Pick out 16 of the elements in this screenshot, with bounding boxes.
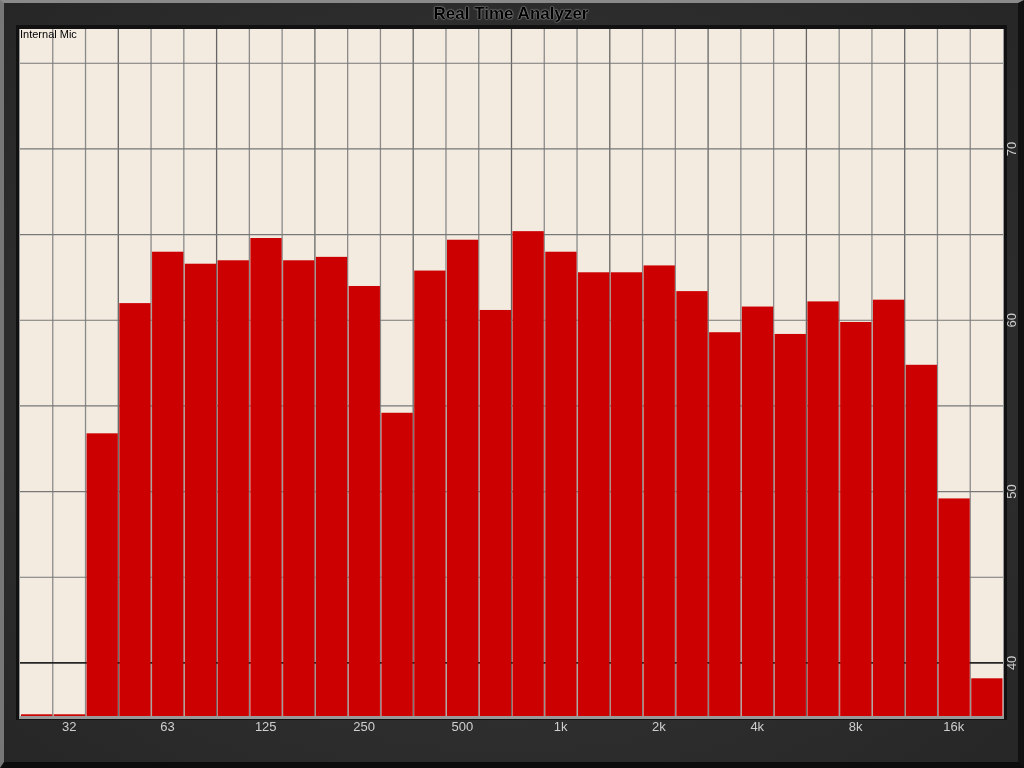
axis-tick-label: 70 (1004, 141, 1018, 157)
axis-tick-label: 4k (750, 719, 765, 734)
axis-tick-label: 63 (160, 719, 175, 734)
axis-tick-label: 2k (652, 719, 666, 734)
axis-tick-label: 50 (1004, 484, 1018, 499)
legend-label: Internal Mic (20, 28, 77, 40)
axis-tick-label: 1k (553, 719, 568, 734)
axis-tick-label: 32 (61, 719, 77, 734)
axis-tick-label: 8k (848, 719, 863, 734)
axis-tick-label: 500 (451, 719, 474, 734)
axis-tick-label: 125 (254, 719, 277, 734)
axis-tick-label: 60 (1004, 313, 1018, 328)
chart-title: Real Time Analyzer (433, 3, 589, 25)
axis-tick-label: 250 (353, 719, 375, 734)
axis-tick-label: 16k (943, 719, 965, 734)
axis-tick-label: 40 (1004, 655, 1018, 671)
